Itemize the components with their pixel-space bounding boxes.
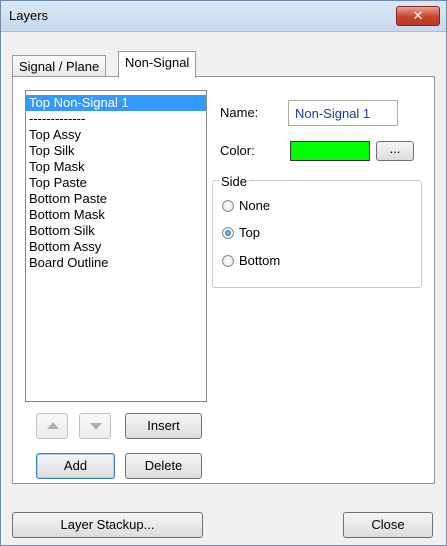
tab-non-signal[interactable]: Non-Signal <box>118 51 197 78</box>
window-title: Layers <box>9 8 49 23</box>
list-item[interactable]: ------------- <box>26 111 206 127</box>
delete-button[interactable]: Delete <box>125 453 202 479</box>
layer-listbox[interactable]: Top Non-Signal 1 ------------- Top Assy … <box>25 90 207 402</box>
add-button[interactable]: Add <box>36 453 115 479</box>
layers-dialog: Layers ✕ Signal / Plane Non-Signal Top N… <box>0 0 447 546</box>
arrow-up-icon <box>47 422 59 429</box>
side-bottom-label[interactable]: Bottom <box>239 253 280 268</box>
window-close-button[interactable]: ✕ <box>396 6 440 26</box>
side-group-label: Side <box>219 174 250 189</box>
move-down-button[interactable] <box>79 413 111 439</box>
name-label: Name: <box>220 105 259 120</box>
list-item[interactable]: Bottom Silk <box>26 223 206 239</box>
side-none-radio[interactable] <box>222 200 234 212</box>
color-swatch[interactable] <box>290 141 370 161</box>
list-item[interactable]: Top Paste <box>26 175 206 191</box>
layer-stackup-button[interactable]: Layer Stackup... <box>12 512 203 538</box>
list-item[interactable]: Top Silk <box>26 143 206 159</box>
list-item[interactable]: Bottom Mask <box>26 207 206 223</box>
close-button[interactable]: Close <box>343 512 433 538</box>
title-bar: Layers ✕ <box>1 1 446 32</box>
list-item[interactable]: Board Outline <box>26 255 206 271</box>
list-item[interactable]: Bottom Paste <box>26 191 206 207</box>
side-none-label[interactable]: None <box>239 198 270 213</box>
side-top-label[interactable]: Top <box>239 225 260 240</box>
color-label: Color: <box>220 143 255 158</box>
color-picker-button[interactable]: ... <box>376 141 414 161</box>
tab-signal-plane[interactable]: Signal / Plane <box>12 55 107 78</box>
list-item[interactable]: Bottom Assy <box>26 239 206 255</box>
name-field[interactable]: Non-Signal 1 <box>288 100 398 126</box>
list-item[interactable]: Top Mask <box>26 159 206 175</box>
side-bottom-radio[interactable] <box>222 255 234 267</box>
arrow-down-icon <box>90 423 102 430</box>
side-top-radio[interactable] <box>222 227 234 239</box>
list-item[interactable]: Top Non-Signal 1 <box>26 95 206 111</box>
insert-button[interactable]: Insert <box>125 413 202 439</box>
list-item[interactable]: Top Assy <box>26 127 206 143</box>
move-up-button[interactable] <box>36 413 68 439</box>
